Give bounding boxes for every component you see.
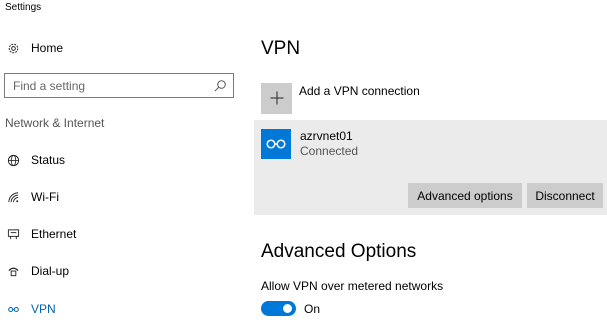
sidebar: Home Network & Internet Status Wi-Fi Eth…: [0, 0, 245, 334]
sidebar-item-label: VPN: [31, 302, 56, 316]
advanced-options-heading: Advanced Options: [261, 241, 417, 262]
add-vpn-connection-button[interactable]: Add a VPN connection: [261, 82, 420, 114]
page-title: VPN: [261, 38, 301, 59]
sidebar-item-vpn[interactable]: VPN: [0, 295, 245, 323]
search-icon[interactable]: [213, 79, 227, 93]
sidebar-item-ethernet[interactable]: Ethernet: [0, 220, 245, 248]
sidebar-item-home-label: Home: [31, 41, 64, 55]
toggle-state-label: On: [304, 302, 321, 316]
sidebar-item-label: Ethernet: [31, 227, 77, 241]
sidebar-item-wifi[interactable]: Wi-Fi: [0, 183, 245, 211]
sidebar-item-home[interactable]: Home: [0, 34, 245, 62]
sidebar-item-label: Status: [31, 153, 66, 167]
sidebar-item-label: Dial-up: [31, 264, 70, 278]
vpn-connection-status: Connected: [300, 144, 359, 158]
metered-networks-label: Allow VPN over metered networks: [261, 279, 444, 293]
vpn-connection-card[interactable]: azrvnet01 Connected Advanced options Dis…: [254, 120, 607, 215]
search-input[interactable]: [5, 74, 205, 97]
vpn-icon: [6, 302, 20, 316]
vpn-connection-name: azrvnet01: [300, 129, 353, 143]
sidebar-item-label: Wi-Fi: [31, 190, 59, 204]
sidebar-item-dialup[interactable]: Dial-up: [0, 257, 245, 285]
disconnect-button[interactable]: Disconnect: [527, 183, 603, 208]
advanced-options-button[interactable]: Advanced options: [408, 183, 522, 208]
main-content: VPN Add a VPN connection azrvnet01 Conne…: [254, 0, 607, 334]
metered-networks-toggle[interactable]: [261, 301, 296, 316]
vpn-connection-icon: [261, 129, 291, 159]
sidebar-item-status[interactable]: Status: [0, 146, 245, 174]
dialup-icon: [6, 264, 20, 278]
search-box[interactable]: [4, 73, 234, 98]
plus-icon: [261, 82, 292, 114]
toggle-knob: [283, 304, 292, 313]
ethernet-icon: [6, 227, 20, 241]
section-label: Network & Internet: [5, 116, 105, 130]
gear-icon: [6, 41, 20, 55]
globe-icon: [6, 153, 20, 167]
wifi-icon: [6, 190, 20, 204]
add-vpn-label: Add a VPN connection: [299, 84, 420, 98]
